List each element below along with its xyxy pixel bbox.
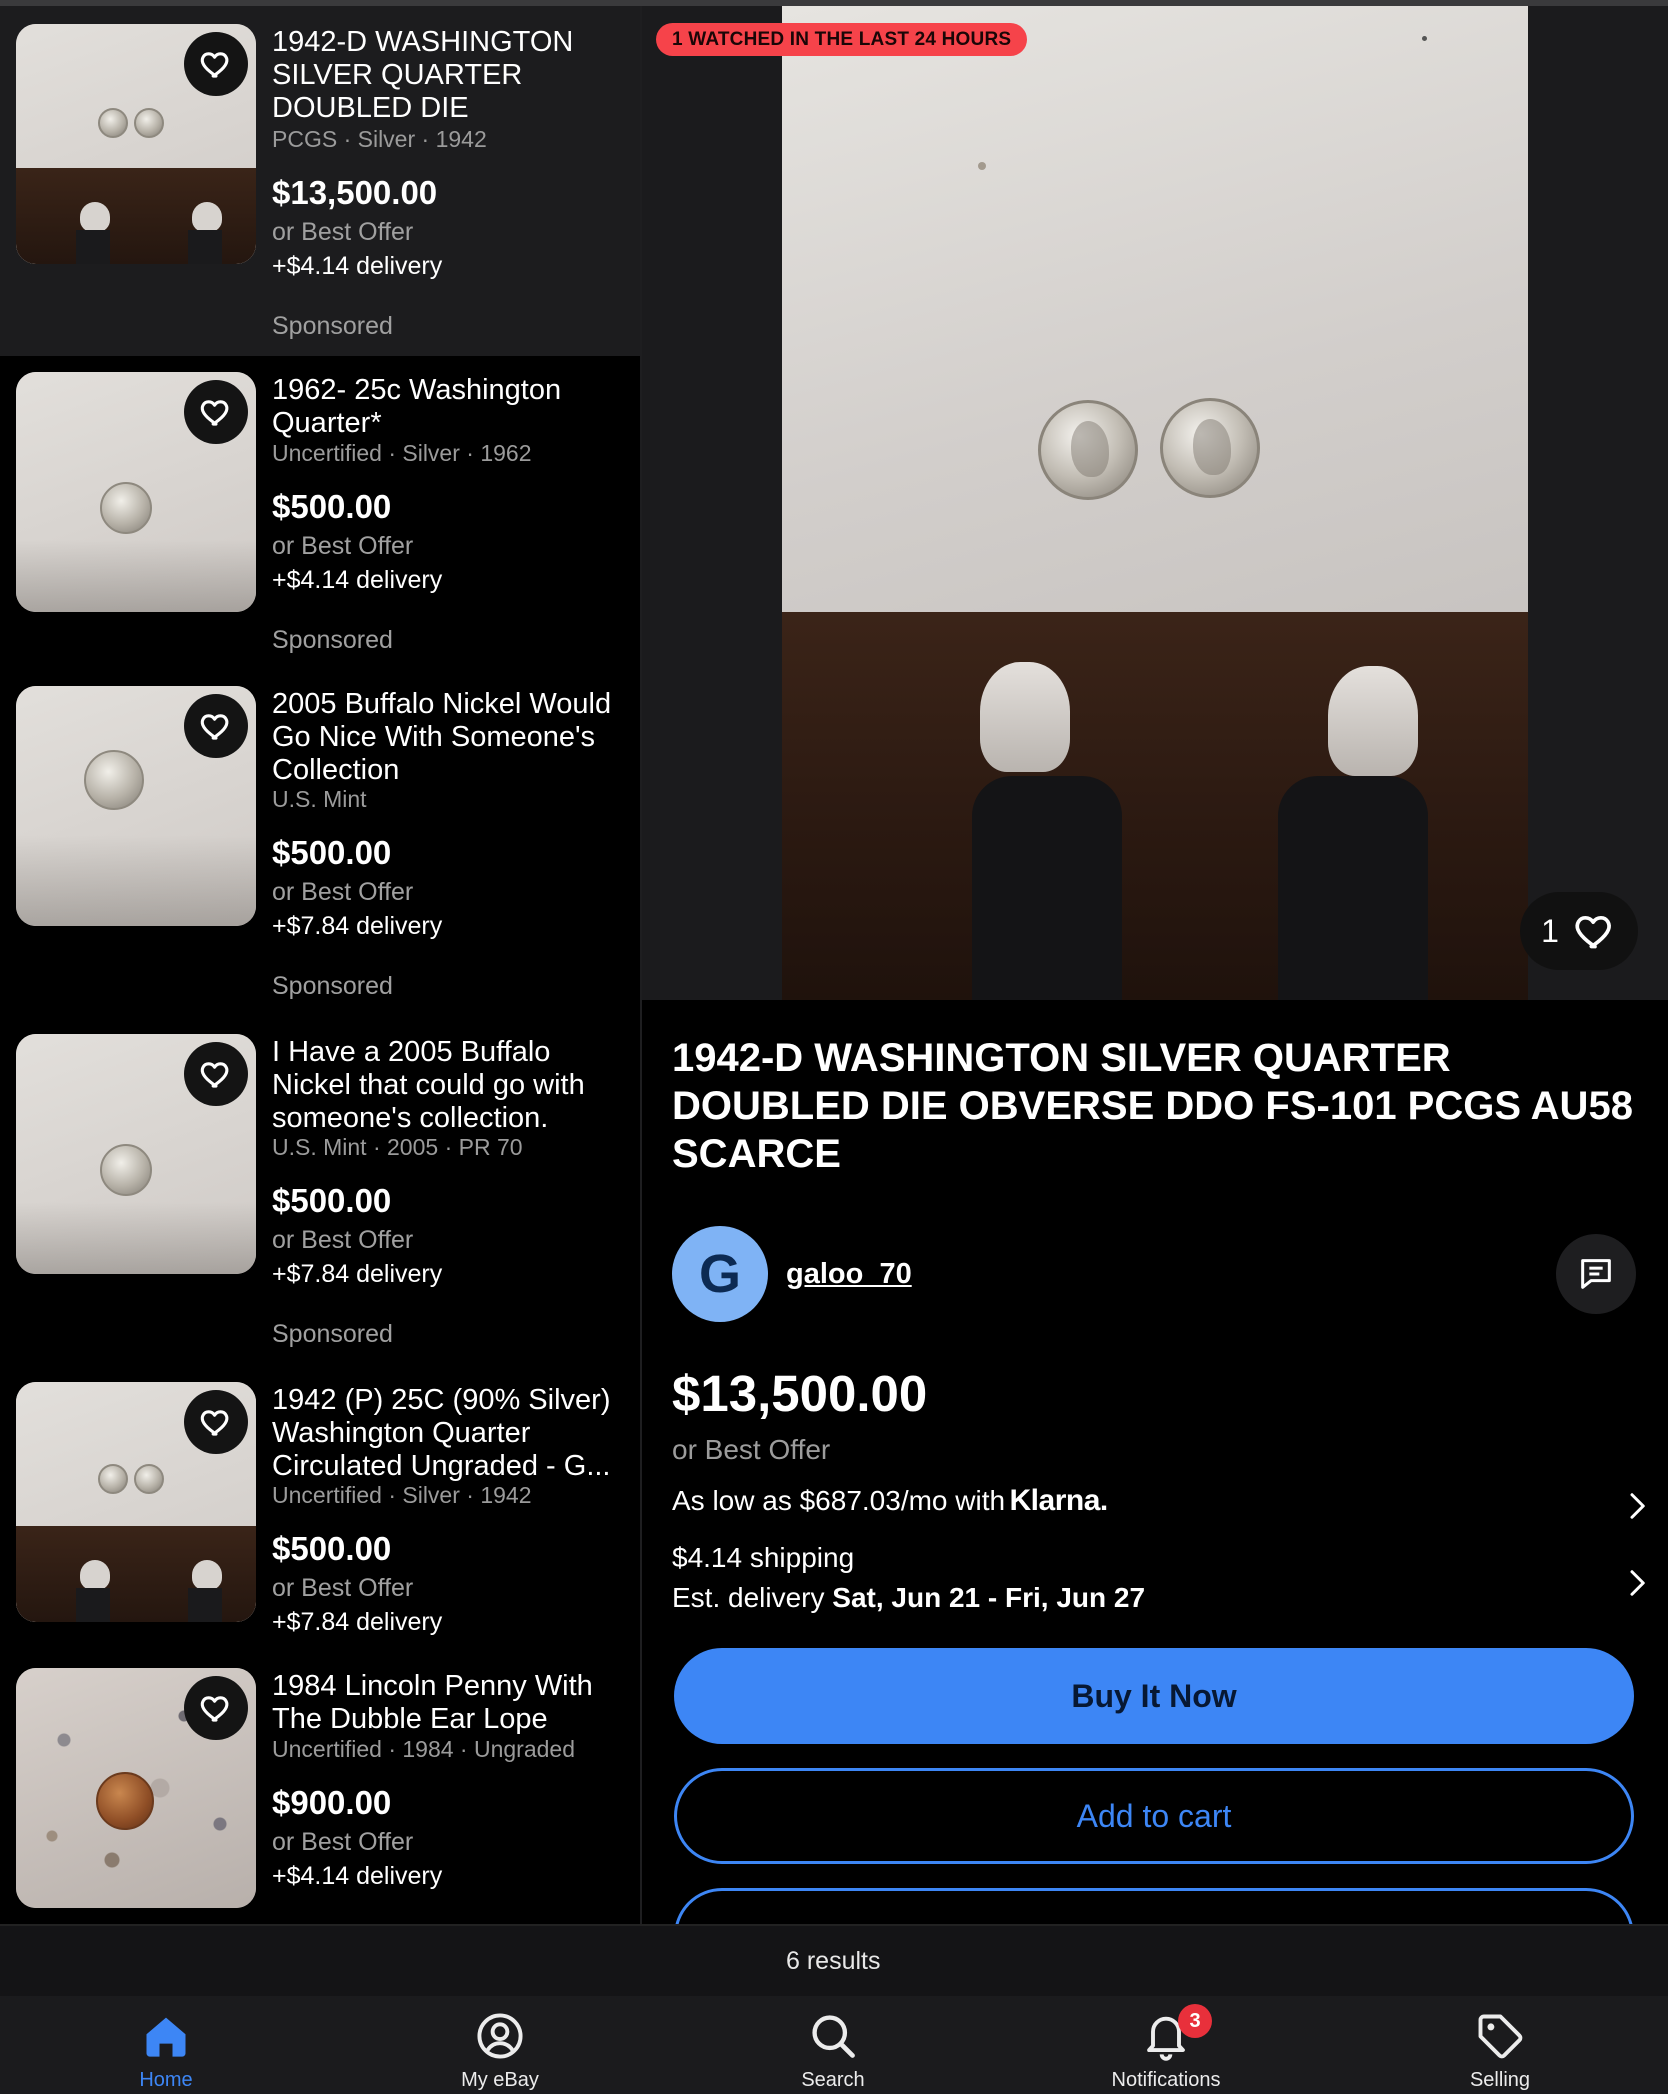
item-meta: Uncertified · 1984 · Ungraded (272, 1736, 575, 1762)
item-delivery: +$7.84 delivery (272, 912, 443, 940)
heart-icon (200, 1062, 229, 1088)
item-offer: or Best Offer (272, 878, 414, 906)
item-price: $500.00 (272, 1182, 392, 1219)
estimated-delivery: Est. delivery Sat, Jun 21 - Fri, Jun 27 (672, 1582, 1652, 1614)
nav-my-ebay[interactable]: My eBay (400, 1996, 600, 2094)
watch-heart-button[interactable] (184, 380, 248, 444)
tag-icon (1478, 2014, 1523, 2059)
nav-home-label: Home (139, 2069, 193, 2091)
item-offer: or Best Offer (272, 218, 414, 246)
item-price: $13,500.00 (272, 174, 438, 211)
item-title[interactable]: 1984 Lincoln Penny With The Dubble Ear L… (272, 1670, 627, 1736)
list-item-5[interactable]: 1942 (P) 25C (90% Silver) Washington Qua… (0, 1366, 640, 1646)
user-icon (477, 2013, 523, 2059)
message-seller-button[interactable] (1556, 1234, 1636, 1314)
list-item-3[interactable]: 2005 Buffalo Nickel Would Go Nice With S… (0, 670, 640, 1020)
item-meta: Uncertified · Silver · 1942 (272, 1482, 532, 1508)
item-meta: PCGS · Silver · 1942 (272, 126, 487, 152)
sponsored-label: Sponsored (272, 1320, 393, 1348)
heart-icon (200, 714, 229, 740)
heart-icon (200, 1410, 229, 1436)
nav-search-label: Search (801, 2069, 865, 2091)
bottom-navigation: Home My eBay Search 3 Notifications Sell… (0, 1996, 1668, 2094)
item-title[interactable]: 2005 Buffalo Nickel Would Go Nice With S… (272, 688, 627, 787)
est-delivery-label: Est. delivery (672, 1582, 825, 1613)
watch-count-value: 1 (1541, 912, 1559, 949)
notifications-badge: 3 (1178, 2004, 1212, 2038)
heart-icon (200, 52, 229, 78)
item-title[interactable]: 1942-D WASHINGTON SILVER QUARTER DOUBLED… (272, 26, 627, 125)
nav-selling[interactable]: Selling (1400, 1996, 1600, 2094)
chevron-right-icon (1630, 1493, 1645, 1519)
item-meta: Uncertified · Silver · 1962 (272, 440, 532, 466)
results-count: 6 results (786, 1946, 881, 1975)
watch-count-button[interactable]: 1 (1520, 892, 1638, 970)
listing-price: $13,500.00 (672, 1365, 928, 1422)
nav-notifications[interactable]: 3 Notifications (1066, 1996, 1266, 2094)
item-meta: U.S. Mint (272, 786, 367, 812)
results-list[interactable]: 1942-D WASHINGTON SILVER QUARTER DOUBLED… (0, 6, 640, 1924)
item-price: $900.00 (272, 1784, 392, 1821)
seller-name-link[interactable]: galoo_70 (786, 1258, 912, 1291)
watched-badge: 1 WATCHED IN THE LAST 24 HOURS (656, 23, 1028, 56)
sponsored-label: Sponsored (272, 972, 393, 1000)
item-offer: or Best Offer (272, 532, 414, 560)
seller-avatar[interactable]: G (672, 1226, 768, 1322)
nav-notifications-label: Notifications (1111, 2069, 1221, 2091)
item-title[interactable]: I Have a 2005 Buffalo Nickel that could … (272, 1036, 627, 1135)
add-to-cart-button[interactable]: Add to cart (674, 1768, 1634, 1864)
item-offer: or Best Offer (272, 1574, 414, 1602)
item-meta: U.S. Mint · 2005 · PR 70 (272, 1134, 523, 1160)
watch-heart-button[interactable] (184, 32, 248, 96)
item-delivery: +$4.14 delivery (272, 252, 443, 280)
listing-image-gallery[interactable]: 1 WATCHED IN THE LAST 24 HOURS 1 (642, 6, 1668, 1000)
klarna-text: As low as $687.03/mo with (672, 1485, 1006, 1516)
est-delivery-dates: Sat, Jun 21 - Fri, Jun 27 (832, 1582, 1146, 1613)
item-offer: or Best Offer (272, 1226, 414, 1254)
sponsored-label: Sponsored (272, 312, 393, 340)
klarna-financing-row[interactable]: As low as $687.03/mo with Klarna. (672, 1484, 1652, 1528)
list-item-6[interactable]: 1984 Lincoln Penny With The Dubble Ear L… (0, 1652, 640, 1924)
chevron-right-icon (1630, 1570, 1645, 1596)
item-offer: or Best Offer (272, 1828, 414, 1856)
search-icon (812, 2015, 855, 2058)
list-item-1[interactable]: 1942-D WASHINGTON SILVER QUARTER DOUBLED… (0, 6, 640, 356)
listing-photo[interactable] (782, 6, 1528, 1000)
item-delivery: +$4.14 delivery (272, 566, 443, 594)
watch-heart-button[interactable] (184, 1042, 248, 1106)
item-title[interactable]: 1962- 25c Washington Quarter* (272, 374, 627, 440)
sponsored-label: Sponsored (272, 626, 393, 654)
listing-detail[interactable]: 1 WATCHED IN THE LAST 24 HOURS 1 1942-D … (642, 6, 1668, 1924)
item-title[interactable]: 1942 (P) 25C (90% Silver) Washington Qua… (272, 1384, 627, 1483)
item-price: $500.00 (272, 488, 392, 525)
chat-icon (1581, 1259, 1611, 1289)
klarna-logo: Klarna. (1009, 1484, 1109, 1517)
watch-heart-button[interactable] (184, 694, 248, 758)
shipping-cost: $4.14 shipping (672, 1542, 855, 1573)
list-item-4[interactable]: I Have a 2005 Buffalo Nickel that could … (0, 1018, 640, 1368)
item-price: $500.00 (272, 834, 392, 871)
results-count-bar: 6 results (0, 1924, 1668, 1996)
item-delivery: +$7.84 delivery (272, 1260, 443, 1288)
watch-heart-button[interactable] (184, 1676, 248, 1740)
nav-home[interactable]: Home (66, 1996, 266, 2094)
item-delivery: +$7.84 delivery (272, 1608, 443, 1636)
shipping-row[interactable]: $4.14 shipping Est. delivery Sat, Jun 21… (672, 1542, 1652, 1624)
watch-heart-button[interactable] (184, 1390, 248, 1454)
heart-icon (1575, 915, 1611, 949)
heart-icon (200, 400, 229, 426)
item-price: $500.00 (272, 1530, 392, 1567)
home-icon (146, 2017, 186, 2057)
list-item-2[interactable]: 1962- 25c Washington Quarter* Uncertifie… (0, 356, 640, 706)
make-offer-button[interactable]: Make offer (674, 1888, 1634, 1924)
listing-title: 1942-D WASHINGTON SILVER QUARTER DOUBLED… (672, 1036, 1633, 1176)
nav-selling-label: Selling (1469, 2069, 1531, 2091)
buy-it-now-button[interactable]: Buy It Now (674, 1648, 1634, 1744)
nav-my-ebay-label: My eBay (461, 2069, 539, 2091)
heart-icon (200, 1696, 229, 1722)
nav-search[interactable]: Search (733, 1996, 933, 2094)
item-delivery: +$4.14 delivery (272, 1862, 443, 1890)
listing-offer-label: or Best Offer (672, 1434, 831, 1465)
